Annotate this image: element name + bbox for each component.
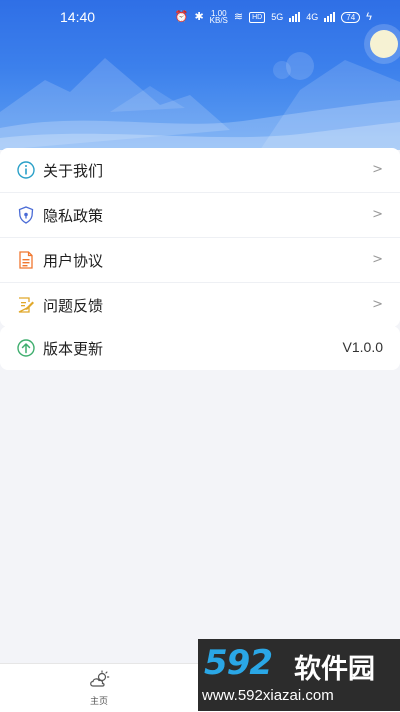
- network-speed: 1.00 KB/S: [209, 10, 228, 25]
- battery-level: 74: [341, 11, 361, 23]
- settings-menu: 关于我们 > 隐私政策 > 用户协议 > 问题反馈 >: [0, 148, 400, 327]
- menu-label-agreement: 用户协议: [43, 251, 104, 270]
- header-banner: 14:40 ⏰ ✱ 1.00 KB/S ≋ HD 5G 4G 74 ϟ: [0, 0, 400, 150]
- signal-4g-icon: [324, 12, 336, 22]
- watermark-brand: 软件园: [294, 654, 375, 685]
- menu-item-about[interactable]: 关于我们 >: [0, 148, 400, 193]
- signal-5g-icon: [289, 12, 301, 22]
- menu-item-feedback[interactable]: 问题反馈 >: [0, 283, 400, 327]
- chevron-right-icon: >: [372, 297, 383, 312]
- info-icon: [16, 160, 36, 180]
- chevron-right-icon: >: [372, 207, 383, 222]
- weather-cloud-icon: [88, 670, 110, 692]
- nav-tab-home[interactable]: 主页: [76, 670, 122, 707]
- alarm-icon: ⏰: [174, 11, 189, 23]
- shield-icon: [16, 205, 36, 225]
- menu-item-privacy[interactable]: 隐私政策 >: [0, 193, 400, 238]
- status-icons: ⏰ ✱ 1.00 KB/S ≋ HD 5G 4G 74 ϟ: [174, 10, 372, 25]
- menu-label-privacy: 隐私政策: [43, 206, 104, 225]
- chevron-right-icon: >: [372, 162, 383, 177]
- wifi-icon: ≋: [233, 11, 244, 23]
- chevron-right-icon: >: [372, 252, 383, 267]
- menu-label-update: 版本更新: [43, 339, 104, 358]
- status-time: 14:40: [60, 9, 96, 25]
- upload-arrow-icon: [16, 338, 36, 358]
- menu-label-about: 关于我们: [43, 161, 104, 180]
- menu-item-agreement[interactable]: 用户协议 >: [0, 238, 400, 283]
- menu-label-feedback: 问题反馈: [43, 296, 104, 315]
- net-5g-label: 5G: [271, 12, 284, 22]
- feedback-icon: [16, 295, 36, 315]
- watermark-logo: 592 软件园 www.592xiazai.com: [198, 639, 400, 711]
- hd-badge: HD: [249, 11, 266, 23]
- document-icon: [16, 250, 36, 270]
- watermark-url: www.592xiazai.com: [202, 687, 334, 704]
- net-4g-label: 4G: [306, 12, 319, 22]
- bluetooth-icon: ✱: [194, 11, 204, 23]
- network-speed-unit: KB/S: [209, 16, 228, 25]
- charging-icon: ϟ: [366, 11, 372, 23]
- menu-item-update[interactable]: 版本更新 V1.0.0: [0, 326, 400, 370]
- watermark-digits: 592: [204, 643, 273, 683]
- update-card: 版本更新 V1.0.0: [0, 326, 400, 370]
- nav-home-label: 主页: [89, 697, 108, 707]
- version-number: V1.0.0: [342, 339, 383, 355]
- status-bar: 14:40 ⏰ ✱ 1.00 KB/S ≋ HD 5G 4G 74 ϟ: [0, 0, 400, 34]
